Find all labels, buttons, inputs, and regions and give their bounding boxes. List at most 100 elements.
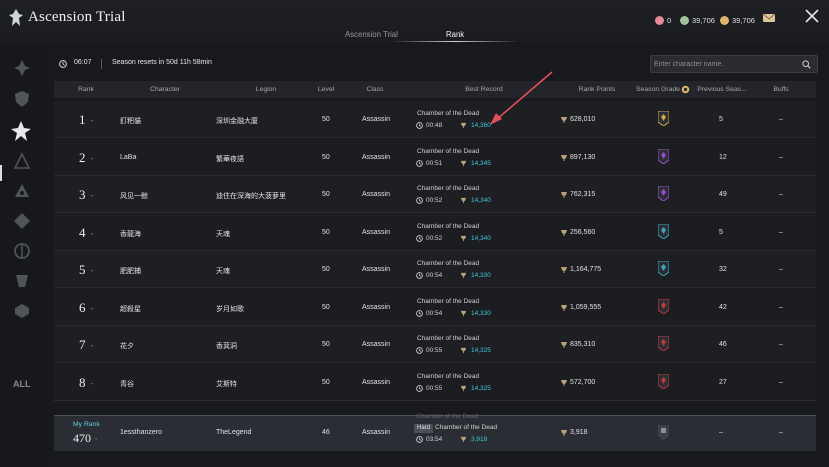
dungeon-name: Chamber of the Dead bbox=[417, 110, 480, 117]
grade-badge-icon bbox=[658, 425, 669, 440]
level-value: 50 bbox=[322, 303, 330, 311]
dungeon-name: Chamber of the Dead bbox=[417, 297, 480, 305]
clock-icon bbox=[416, 272, 423, 279]
character-search[interactable] bbox=[650, 55, 818, 73]
legion-name: 深圳金融大廈 bbox=[216, 118, 258, 125]
character-name[interactable]: LaBa bbox=[120, 154, 136, 161]
table-row[interactable]: 8 - 青谷 艾斯特 50 Assassin Chamber of the De… bbox=[54, 363, 816, 401]
active-indicator bbox=[0, 165, 2, 181]
mail-icon[interactable] bbox=[762, 12, 776, 23]
character-name[interactable]: 青谷 bbox=[120, 379, 134, 389]
trophy-icon bbox=[561, 430, 567, 436]
clear-time: 00:55 bbox=[426, 347, 443, 354]
rank-points: 897,130 bbox=[570, 153, 596, 161]
class-warrior-icon[interactable] bbox=[13, 59, 31, 77]
class-all-filter[interactable]: ALL bbox=[13, 379, 31, 389]
table-row[interactable]: 2 - LaBa 繁華夜語 50 Assassin Chamber of the… bbox=[54, 138, 816, 176]
class-sorcerer-icon[interactable] bbox=[13, 272, 31, 290]
search-input[interactable] bbox=[654, 58, 794, 70]
rank-change: - bbox=[91, 153, 94, 163]
dungeon-name: Chamber of the Dead bbox=[417, 222, 480, 230]
grade-badge-icon bbox=[658, 148, 669, 164]
legion-name: 天魂 bbox=[216, 268, 230, 275]
season-reset-text: Season resets in 50d 11h 58min bbox=[112, 59, 212, 66]
rank-points: 762,315 bbox=[570, 191, 596, 198]
legion-name: 繁華夜語 bbox=[216, 155, 244, 163]
table-row[interactable]: 1 - 釘粑貓 深圳金融大廈 50 Assassin Chamber of th… bbox=[54, 101, 816, 138]
rank-number: 6 bbox=[79, 299, 86, 315]
character-name[interactable]: 香龍海 bbox=[120, 229, 141, 239]
my-rank-row[interactable]: Chamber of the Dead My Rank 470 - 1essth… bbox=[54, 413, 816, 451]
table-row[interactable]: 5 - 肥肥捕 天魂 50 Assassin Chamber of the De… bbox=[54, 251, 816, 288]
rank-points: 1,059,555 bbox=[570, 303, 602, 311]
character-name[interactable]: 超殺星 bbox=[120, 304, 141, 314]
level-value: 50 bbox=[322, 116, 330, 123]
tab-rank[interactable]: Rank bbox=[446, 30, 464, 39]
clock-icon bbox=[416, 122, 423, 129]
table-row[interactable]: 7 - 花夕 香萁洞 50 Assassin Chamber of the De… bbox=[54, 326, 816, 363]
table-row[interactable]: 4 - 香龍海 天魂 50 Assassin Chamber of the De… bbox=[54, 213, 816, 251]
my-dungeon: Chamber of the Dead bbox=[435, 424, 498, 431]
character-name[interactable]: 花夕 bbox=[120, 341, 134, 351]
class-chanter-icon[interactable] bbox=[13, 242, 31, 260]
app-title: Ascension Trial bbox=[28, 9, 126, 25]
class-guardian-icon[interactable] bbox=[13, 90, 31, 108]
table-row[interactable]: 6 - 超殺星 岁月如歌 50 Assassin Chamber of the … bbox=[54, 288, 816, 326]
my-level: 46 bbox=[322, 429, 330, 436]
record-score: 14,340 bbox=[471, 197, 491, 204]
record-score: 14,340 bbox=[471, 234, 491, 242]
current-time: 06:07 bbox=[74, 59, 92, 66]
trophy-icon bbox=[460, 272, 467, 279]
coin-green-icon bbox=[680, 15, 689, 25]
clock-icon bbox=[416, 384, 423, 392]
search-icon[interactable] bbox=[802, 60, 811, 69]
col-character: Character bbox=[150, 86, 180, 93]
trophy-icon bbox=[561, 192, 567, 198]
dungeon-name: Chamber of the Dead bbox=[417, 335, 480, 342]
grade-badge-icon bbox=[658, 186, 669, 201]
dungeon-name: Chamber of the Dead bbox=[417, 260, 480, 267]
rank-change: - bbox=[91, 303, 94, 313]
rank-number: 3 bbox=[79, 187, 86, 202]
character-name[interactable]: 风见一鲸 bbox=[120, 191, 148, 201]
col-rank-points: Rank Points bbox=[578, 86, 616, 93]
rank-points: 572,700 bbox=[570, 378, 596, 386]
rank-number: 7 bbox=[79, 337, 86, 352]
character-name[interactable]: 釘粑貓 bbox=[120, 116, 141, 126]
clock-icon bbox=[416, 234, 423, 242]
legion-name: 艾斯特 bbox=[216, 380, 237, 388]
class-mage-icon[interactable] bbox=[13, 182, 31, 200]
character-name[interactable]: 肥肥捕 bbox=[120, 266, 141, 276]
currency-value: 39,706 bbox=[692, 15, 715, 25]
rank-points: 835,310 bbox=[570, 341, 596, 348]
clock-icon bbox=[416, 309, 423, 317]
divider bbox=[101, 59, 102, 69]
grade-info-icon[interactable] bbox=[681, 85, 690, 94]
legion-name: 岁月如歌 bbox=[216, 305, 244, 313]
rank-number: 4 bbox=[79, 224, 86, 240]
previous-season-rank: 12 bbox=[719, 153, 727, 161]
clear-time: 00:51 bbox=[426, 159, 443, 167]
buffs-value: – bbox=[779, 378, 783, 386]
col-season-grade: Season Grade bbox=[636, 86, 680, 93]
class-cleric-icon[interactable] bbox=[13, 212, 31, 230]
ranking-list: 1 - 釘粑貓 深圳金融大廈 50 Assassin Chamber of th… bbox=[54, 101, 816, 413]
class-assassin-icon[interactable] bbox=[10, 120, 32, 142]
grade-badge-icon bbox=[658, 336, 669, 351]
close-icon[interactable] bbox=[804, 8, 820, 24]
class-ranger-icon[interactable] bbox=[13, 152, 31, 170]
clear-time: 00:48 bbox=[426, 122, 443, 129]
trophy-icon bbox=[561, 304, 567, 311]
scroll-overlap-text: Chamber of the Dead bbox=[416, 413, 479, 420]
grade-badge-icon bbox=[658, 298, 669, 314]
currency-value: 39,706 bbox=[732, 15, 755, 25]
table-row[interactable]: 3 - 风见一鲸 迪住在深海的大菠萝里 50 Assassin Chamber … bbox=[54, 176, 816, 213]
class-gladiator-icon[interactable] bbox=[13, 302, 31, 320]
col-legion: Legion bbox=[255, 86, 277, 93]
previous-season-rank: 32 bbox=[719, 266, 727, 273]
tab-ascension-trial[interactable]: Ascension Trial bbox=[345, 30, 398, 39]
previous-season-rank: 5 bbox=[719, 116, 723, 123]
my-rank-points: 3,918 bbox=[570, 429, 588, 436]
top-bar: Ascension Trial 0 39,706 39,706 Ascensio… bbox=[0, 0, 829, 42]
category-sidebar: ALL bbox=[0, 42, 44, 467]
